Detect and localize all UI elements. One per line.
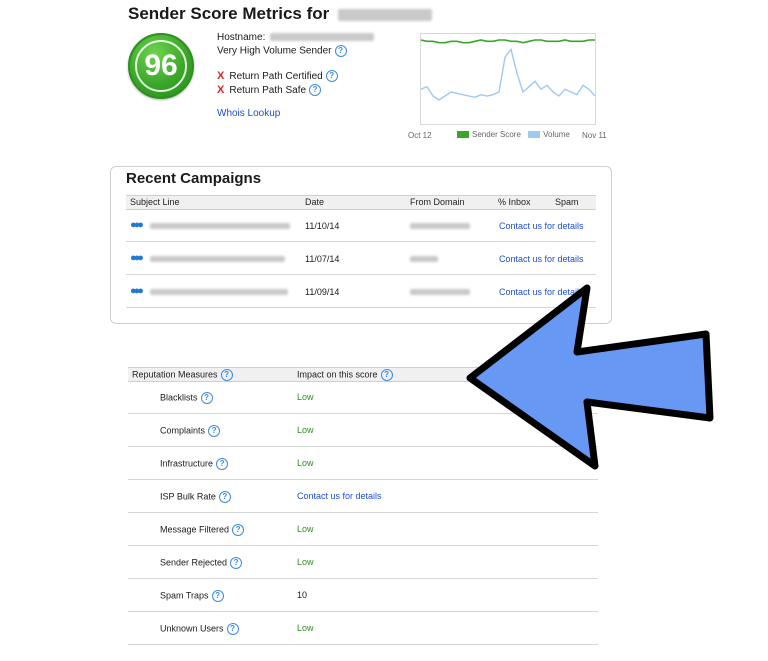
redacted-subject	[150, 223, 290, 229]
help-icon[interactable]: ?	[334, 45, 347, 57]
campaign-date: 11/09/14	[305, 287, 340, 297]
whois-lookup-link[interactable]: Whois Lookup	[217, 108, 280, 119]
reputation-row-label: Message Filtered?	[160, 524, 245, 536]
reputation-measure-name: Complaints	[160, 425, 206, 436]
people-icon: ●●●	[130, 252, 144, 264]
row-divider	[128, 611, 598, 612]
redacted-domain	[410, 256, 438, 262]
hostname-label: Hostname:	[217, 32, 266, 43]
row-divider	[128, 578, 598, 579]
safe-label: Return Path Safe	[229, 85, 307, 96]
reputation-measure-name: ISP Bulk Rate	[160, 491, 216, 502]
redacted-ip	[337, 8, 432, 21]
col-reputation-measures-label: Reputation Measures	[132, 369, 218, 380]
series-line-volume	[420, 47, 596, 101]
col-impact: Impact on this score?	[297, 369, 393, 381]
legend-swatch-score	[457, 131, 469, 139]
col-date: Date	[305, 197, 325, 207]
help-icon[interactable]: ?	[218, 491, 231, 503]
col-from-domain: From Domain	[410, 197, 465, 207]
series-line-sender-score	[420, 39, 595, 44]
blue-arrow-annotation	[466, 284, 714, 470]
redacted-subject	[150, 289, 288, 295]
people-icon: ●●●	[130, 285, 144, 297]
reputation-row-label: ISP Bulk Rate?	[160, 491, 231, 503]
certified-row: X Return Path Certified?	[217, 70, 338, 83]
recent-campaigns-title: Recent Campaigns	[126, 170, 262, 187]
reputation-measure-name: Unknown Users	[160, 623, 224, 634]
reputation-row-label: Unknown Users?	[160, 623, 239, 635]
chart-end-label: Nov 11	[582, 131, 607, 140]
contact-link[interactable]: Contact us for details	[297, 491, 382, 501]
reputation-row-label: Complaints?	[160, 425, 221, 437]
reputation-measure-name: Message Filtered	[160, 524, 230, 535]
trend-chart-svg	[420, 39, 596, 101]
row-divider	[128, 644, 598, 645]
x-icon: X	[217, 70, 225, 82]
contact-link[interactable]: Contact us for details	[499, 254, 584, 264]
row-divider	[128, 512, 598, 513]
row-divider	[128, 479, 598, 480]
page-title: Sender Score Metrics for	[128, 4, 432, 24]
page-title-text: Sender Score Metrics for	[128, 4, 330, 23]
help-icon[interactable]: ?	[220, 369, 233, 381]
reputation-impact-value: Low	[297, 458, 314, 468]
redacted-domain	[410, 223, 470, 229]
reputation-impact-value: 10	[297, 590, 308, 600]
col-impact-label: Impact on this score	[297, 369, 378, 380]
reputation-row-label: Sender Rejected?	[160, 557, 243, 569]
campaign-date: 11/07/14	[305, 254, 340, 264]
col-inbox: % Inbox	[498, 197, 531, 207]
row-divider	[128, 545, 598, 546]
redacted-domain	[410, 289, 470, 295]
redacted-hostname	[270, 33, 375, 42]
redacted-subject	[150, 256, 285, 262]
certified-label: Return Path Certified	[229, 71, 323, 82]
help-icon[interactable]: ?	[230, 557, 243, 569]
reputation-measure-name: Blacklists	[160, 392, 198, 403]
trend-chart	[420, 33, 596, 125]
reputation-measure-name: Infrastructure	[160, 458, 214, 469]
help-icon[interactable]: ?	[200, 392, 213, 404]
contact-link[interactable]: Contact us for details	[499, 221, 584, 231]
reputation-impact-value: Low	[297, 392, 314, 402]
help-icon[interactable]: ?	[208, 425, 221, 437]
reputation-impact-value: Low	[297, 623, 314, 633]
sender-score-badge: 96	[128, 33, 194, 99]
campaign-date: 11/10/14	[305, 221, 340, 231]
help-icon[interactable]: ?	[211, 590, 224, 602]
safe-row: X Return Path Safe?	[217, 84, 322, 97]
col-reputation-measures: Reputation Measures?	[132, 369, 233, 381]
help-icon[interactable]: ?	[226, 623, 239, 635]
reputation-row-label: Blacklists?	[160, 392, 213, 404]
volume-row: Very High Volume Sender?	[217, 45, 347, 57]
row-divider	[126, 241, 596, 242]
help-icon[interactable]: ?	[216, 458, 229, 470]
people-icon: ●●●	[130, 219, 144, 231]
hostname-row: Hostname:	[217, 32, 375, 43]
help-icon[interactable]: ?	[325, 70, 338, 83]
help-icon[interactable]: ?	[309, 84, 322, 97]
sender-score-value: 96	[144, 49, 178, 82]
help-icon[interactable]: ?	[380, 369, 393, 381]
legend-swatch-volume	[528, 131, 541, 139]
reputation-impact-value: Low	[297, 524, 314, 534]
chart-start-label: Oct 12	[408, 131, 432, 140]
reputation-impact-value: Low	[297, 557, 314, 567]
reputation-row-label: Infrastructure?	[160, 458, 229, 470]
row-divider	[126, 274, 596, 275]
col-subject: Subject Line	[130, 197, 180, 207]
help-icon[interactable]: ?	[232, 524, 245, 536]
volume-label: Very High Volume Sender	[217, 45, 332, 57]
reputation-measure-name: Spam Traps	[160, 590, 209, 601]
x-icon: X	[217, 84, 225, 96]
reputation-measure-name: Sender Rejected	[160, 557, 228, 568]
col-spam: Spam	[555, 197, 579, 207]
legend-score: Sender Score	[472, 130, 521, 139]
legend-volume: Volume	[543, 130, 570, 139]
reputation-impact-value: Low	[297, 425, 314, 435]
reputation-row-label: Spam Traps?	[160, 590, 224, 602]
chart-legend: Sender Score Volume	[457, 130, 570, 139]
